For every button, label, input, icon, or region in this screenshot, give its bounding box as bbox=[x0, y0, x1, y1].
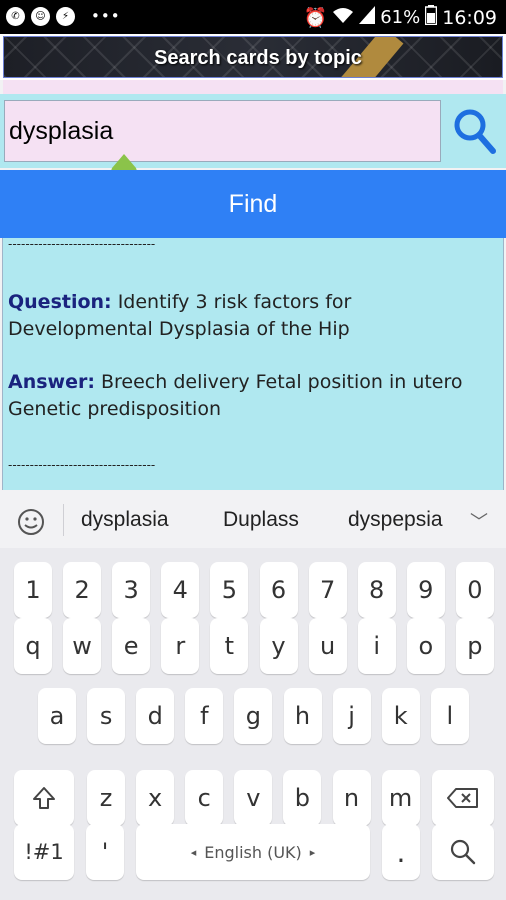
letter-key-o[interactable]: o bbox=[406, 618, 445, 674]
letter-key-z[interactable]: z bbox=[87, 770, 125, 826]
battery-icon bbox=[424, 5, 438, 30]
letter-key-e[interactable]: e bbox=[112, 618, 151, 674]
shift-key[interactable] bbox=[14, 770, 74, 826]
search-bar: dysplasia bbox=[0, 94, 506, 168]
letter-key-d[interactable]: d bbox=[136, 688, 175, 744]
letter-key-w[interactable]: w bbox=[63, 618, 102, 674]
status-bar: ✆ ☺ ⚡ ••• ⏰ 61% 16:09 bbox=[0, 0, 506, 34]
letter-key-l[interactable]: l bbox=[430, 688, 469, 744]
question-label: Question: bbox=[8, 291, 112, 313]
suggestion-2[interactable]: Duplass bbox=[223, 508, 299, 532]
number-key-4[interactable]: 4 bbox=[161, 562, 200, 618]
letter-key-n[interactable]: n bbox=[332, 770, 371, 826]
clock: 16:09 bbox=[442, 6, 497, 29]
signal-icon bbox=[359, 6, 376, 29]
space-language-label: English (UK) bbox=[204, 842, 302, 862]
suggestion-bar: dysplasia Duplass dyspepsia ﹀ bbox=[0, 494, 506, 548]
more-notifications-icon: ••• bbox=[91, 7, 121, 25]
header-banner: Search cards by topic bbox=[3, 36, 503, 78]
notification-icons: ✆ ☺ ⚡ ••• bbox=[6, 7, 121, 26]
letter-key-j[interactable]: j bbox=[332, 688, 371, 744]
divider-bottom: ---------------------------------- bbox=[8, 458, 156, 472]
letter-key-i[interactable]: i bbox=[357, 618, 396, 674]
letter-key-m[interactable]: m bbox=[381, 770, 420, 826]
letter-key-h[interactable]: h bbox=[283, 688, 322, 744]
number-key-1[interactable]: 1 bbox=[14, 562, 52, 618]
number-key-7[interactable]: 7 bbox=[308, 562, 347, 618]
search-button[interactable] bbox=[444, 96, 506, 166]
search-icon bbox=[454, 109, 496, 154]
number-key-5[interactable]: 5 bbox=[210, 562, 249, 618]
letter-key-y[interactable]: y bbox=[259, 618, 298, 674]
letter-key-a[interactable]: a bbox=[38, 688, 76, 744]
letter-key-b[interactable]: b bbox=[283, 770, 322, 826]
emoji-icon[interactable] bbox=[15, 506, 47, 538]
number-key-2[interactable]: 2 bbox=[63, 562, 102, 618]
symbols-key[interactable]: !#1 bbox=[14, 824, 74, 880]
space-key[interactable]: ◂ English (UK) ▸ bbox=[136, 824, 370, 880]
divider-top: ---------------------------------- bbox=[8, 238, 156, 251]
number-key-0[interactable]: 0 bbox=[455, 562, 494, 618]
suggestion-3[interactable]: dyspepsia bbox=[348, 508, 443, 532]
period-key[interactable]: . bbox=[382, 824, 420, 880]
question-block: Question: Identify 3 risk factors for De… bbox=[8, 289, 498, 343]
letter-key-x[interactable]: x bbox=[136, 770, 175, 826]
language-left-icon: ◂ bbox=[190, 845, 197, 859]
header-spacer bbox=[3, 80, 503, 94]
search-input[interactable]: dysplasia bbox=[4, 100, 441, 162]
language-right-icon: ▸ bbox=[309, 845, 316, 859]
shift-icon bbox=[33, 787, 55, 809]
search-icon bbox=[450, 839, 476, 865]
system-icons: ⏰ 61% 16:09 bbox=[304, 5, 497, 30]
answer-label: Answer: bbox=[8, 371, 95, 393]
keyboard: 1234567890 qwertyuiop asdfghjkl zxcvbnm !#1… bbox=[0, 548, 506, 900]
letter-key-t[interactable]: t bbox=[210, 618, 249, 674]
letter-key-f[interactable]: f bbox=[185, 688, 224, 744]
page-title: Search cards by topic bbox=[154, 47, 362, 69]
number-key-6[interactable]: 6 bbox=[259, 562, 298, 618]
letter-key-c[interactable]: c bbox=[185, 770, 224, 826]
suggestion-1[interactable]: dysplasia bbox=[81, 508, 169, 532]
letter-key-q[interactable]: q bbox=[14, 618, 52, 674]
suggestion-divider bbox=[63, 504, 64, 536]
battery-percent: 61% bbox=[380, 7, 421, 28]
letter-key-u[interactable]: u bbox=[308, 618, 347, 674]
backspace-key[interactable] bbox=[432, 770, 494, 826]
find-button[interactable]: Find bbox=[0, 170, 506, 238]
alarm-icon: ⏰ bbox=[303, 7, 328, 29]
letter-key-s[interactable]: s bbox=[87, 688, 126, 744]
number-key-3[interactable]: 3 bbox=[112, 562, 151, 618]
chevron-down-icon[interactable]: ﹀ bbox=[470, 508, 488, 534]
answer-block: Answer: Breech delivery Fetal position i… bbox=[8, 369, 498, 423]
result-card: ---------------------------------- Quest… bbox=[2, 238, 504, 490]
app-header: Search cards by topic bbox=[0, 34, 506, 80]
backspace-icon bbox=[447, 788, 478, 808]
whatsapp-icon: ✆ bbox=[6, 7, 25, 26]
letter-key-g[interactable]: g bbox=[234, 688, 273, 744]
letter-key-p[interactable]: p bbox=[455, 618, 494, 674]
letter-key-v[interactable]: v bbox=[234, 770, 273, 826]
smile-app-icon: ☺ bbox=[31, 7, 50, 26]
wifi-icon bbox=[332, 6, 354, 29]
keyboard-search-key[interactable] bbox=[432, 824, 494, 880]
letter-key-k[interactable]: k bbox=[381, 688, 420, 744]
letter-key-r[interactable]: r bbox=[161, 618, 200, 674]
number-key-9[interactable]: 9 bbox=[406, 562, 445, 618]
messenger-icon: ⚡ bbox=[56, 7, 75, 26]
number-key-8[interactable]: 8 bbox=[357, 562, 396, 618]
apostrophe-key[interactable]: ' bbox=[86, 824, 124, 880]
